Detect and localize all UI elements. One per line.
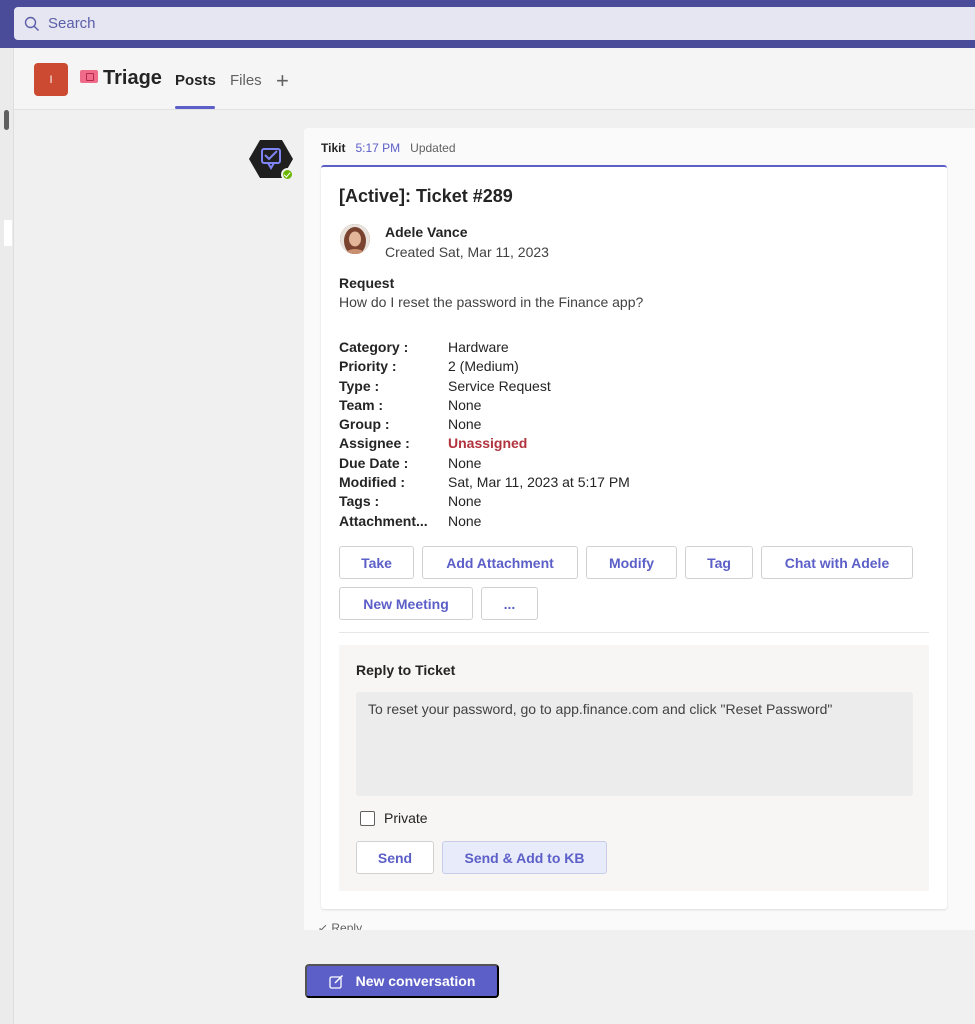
fact-row: Tags : None [339, 492, 630, 511]
fact-row: Due Date : None [339, 454, 630, 473]
fact-value: Hardware [448, 339, 509, 355]
search-placeholder: Search [48, 15, 96, 32]
private-label: Private [384, 810, 428, 826]
fact-value: None [448, 396, 482, 413]
fact-value: 2 (Medium) [448, 358, 519, 375]
reply-to-ticket-panel: Reply to Ticket To reset your password, … [339, 645, 929, 891]
send-and-add-to-kb-button[interactable]: Send & Add to KB [442, 841, 607, 874]
ticket-title: [Active]: Ticket #289 [339, 186, 513, 206]
tag-button[interactable]: Tag [685, 546, 753, 579]
channel-header: I Triage Posts Files + [14, 48, 975, 110]
more-actions-button[interactable]: ... [481, 587, 538, 620]
fact-key: Due Date : [339, 454, 409, 471]
rail-indicator [4, 220, 12, 246]
scrollbar-thumb[interactable] [4, 110, 9, 130]
fact-row: Assignee : Unassigned [339, 434, 630, 453]
fact-value: Service Request [448, 377, 551, 394]
active-tab-indicator [175, 106, 215, 109]
add-attachment-button[interactable]: Add Attachment [422, 546, 578, 579]
requester-avatar[interactable] [340, 224, 370, 254]
channel-name: Triage [103, 67, 162, 89]
fact-key: Priority : [339, 358, 397, 375]
sender-name[interactable]: Tikit [321, 141, 345, 155]
fact-value: None [448, 454, 482, 471]
new-meeting-button[interactable]: New Meeting [339, 587, 473, 620]
created-date: Created Sat, Mar 11, 2023 [385, 244, 549, 260]
ticket-facts: Category : Hardware Priority :2 (Medium) … [339, 338, 630, 531]
fact-value: None [448, 512, 482, 529]
fact-row: Attachment... None [339, 512, 630, 531]
message-time: 5:17 PM [355, 141, 401, 155]
search-icon [24, 16, 39, 31]
fact-row: Type : Service Request [339, 377, 630, 396]
chat-with-requester-button[interactable]: Chat with Adele [761, 546, 913, 579]
fact-row: Category : Hardware [339, 338, 630, 357]
private-toggle[interactable]: Private [360, 810, 428, 826]
fact-value: Sat, Mar 11, 2023 at 5:17 PM [448, 474, 630, 491]
assignee-value: Unassigned [448, 435, 528, 452]
left-rail [0, 48, 14, 1024]
fact-row: Priority : 2 (Medium) [339, 357, 630, 376]
modify-button[interactable]: Modify [586, 546, 677, 579]
reply-link[interactable]: ↙ Reply [318, 921, 362, 930]
fact-value: None [448, 416, 482, 433]
reply-textarea[interactable]: To reset your password, go to app.financ… [356, 692, 913, 796]
compose-icon [328, 974, 343, 989]
ticket-card: [Active]: Ticket #289 Adele Vance Create… [321, 165, 947, 909]
send-button[interactable]: Send [356, 841, 434, 874]
fact-row: Team : None [339, 396, 630, 415]
fact-key: Type : [339, 377, 380, 394]
fact-key: Category : [339, 339, 409, 355]
take-button[interactable]: Take [339, 546, 414, 579]
fact-key: Team : [339, 396, 384, 413]
search-input[interactable]: Search [14, 7, 975, 40]
fact-row: Group : None [339, 415, 630, 434]
ticket-icon [80, 70, 98, 83]
fact-key: Modified : [339, 474, 406, 491]
top-bar: Search [0, 0, 975, 48]
reply-link-label: Reply [331, 921, 363, 930]
new-conversation-label: New conversation [355, 973, 476, 989]
private-checkbox[interactable] [360, 810, 375, 826]
message-meta: Tikit 5:17 PM Updated [321, 141, 456, 155]
presence-available-icon [281, 168, 294, 181]
requester-name: Adele Vance [385, 224, 468, 240]
fact-key: Group : [339, 416, 390, 433]
new-conversation-button[interactable]: New conversation [305, 964, 499, 998]
reply-arrow-icon: ↙ [318, 921, 332, 930]
reply-title: Reply to Ticket [356, 662, 456, 678]
fact-key: Assignee : [339, 435, 410, 452]
divider [339, 632, 929, 633]
request-label: Request [339, 275, 395, 291]
fact-row: Modified : Sat, Mar 11, 2023 at 5:17 PM [339, 473, 630, 492]
fact-key: Attachment... [339, 512, 428, 529]
request-text: How do I reset the password in the Finan… [339, 294, 644, 310]
message-status: Updated [410, 141, 456, 155]
fact-key: Tags : [339, 493, 380, 510]
message: Tikit 5:17 PM Updated [Active]: Ticket #… [304, 128, 975, 930]
fact-value: None [448, 493, 482, 510]
tab-files[interactable]: Files [230, 72, 262, 89]
team-avatar[interactable]: I [34, 63, 68, 96]
add-tab-icon[interactable]: + [276, 68, 289, 94]
tab-posts[interactable]: Posts [175, 72, 216, 89]
